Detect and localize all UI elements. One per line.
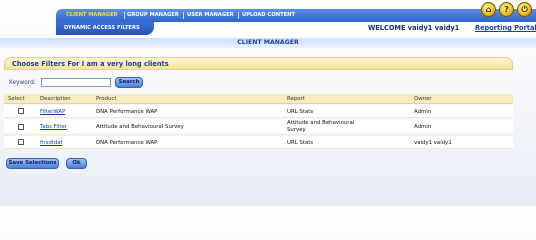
- help-icon[interactable]: ?: [499, 2, 514, 17]
- keyword-input[interactable]: [41, 78, 111, 87]
- row-owner: vaidy1 vaidy1: [414, 140, 452, 146]
- row-select-checkbox[interactable]: [18, 124, 24, 130]
- page-title: CLIENT MANAGER: [0, 38, 536, 48]
- nav-separator: [124, 12, 125, 19]
- header-select: Select: [8, 96, 25, 102]
- row-description-link[interactable]: Tabs Filter: [40, 124, 67, 130]
- table-row: Tabs Filter Attitude and Behavioural Sur…: [4, 119, 513, 135]
- nav-client-manager[interactable]: CLIENT MANAGER: [66, 9, 118, 22]
- header-report: Report: [287, 96, 305, 102]
- filter-heading: Choose Filters For I am a very long clie…: [12, 60, 169, 68]
- nav-separator: [238, 12, 239, 19]
- nav-group-manager[interactable]: GROUP MANAGER: [127, 9, 179, 22]
- row-report-line2: Survey: [287, 127, 306, 133]
- header-description: Description: [40, 96, 71, 102]
- table-row: firsdtdaf DNA Performance WAP URL Stats …: [4, 136, 513, 149]
- row-owner: Admin: [414, 109, 432, 115]
- reporting-portal-link[interactable]: Reporting Portal: [475, 24, 536, 32]
- row-report: URL Stats: [287, 109, 314, 115]
- row-product: Attitude and Behavioural Survey: [96, 124, 184, 130]
- search-button[interactable]: Search: [115, 77, 143, 88]
- filter-panel-header: Choose Filters For I am a very long clie…: [4, 57, 513, 70]
- header-icons: ⌂ ? ⏻: [481, 2, 532, 17]
- row-select-checkbox[interactable]: [18, 108, 24, 114]
- nav-dynamic-access-filters[interactable]: DYNAMIC ACCESS FILTERS: [64, 22, 140, 35]
- welcome-text: WELCOME vaidy1 vaidy1: [368, 24, 460, 32]
- logout-icon[interactable]: ⏻: [517, 2, 532, 17]
- row-report-line1: Attitude and Behavioural: [287, 120, 355, 126]
- row-product: DNA Performance WAP: [96, 140, 158, 146]
- header-product: Product: [96, 96, 117, 102]
- table-header: Select Description Product Report Owner: [4, 94, 513, 104]
- ok-button[interactable]: Ok: [66, 158, 87, 169]
- row-description-link[interactable]: FilterWAP: [40, 109, 65, 115]
- nav-user-manager[interactable]: USER MANAGER: [187, 9, 234, 22]
- nav-upload-content[interactable]: UPLOAD CONTENT: [242, 9, 295, 22]
- table-row: FilterWAP DNA Performance WAP URL Stats …: [4, 105, 513, 118]
- keyword-label: Keyword:: [9, 80, 36, 86]
- nav-separator: [183, 12, 184, 19]
- home-icon[interactable]: ⌂: [481, 2, 496, 17]
- row-product: DNA Performance WAP: [96, 109, 158, 115]
- row-description-link[interactable]: firsdtdaf: [40, 140, 63, 146]
- row-owner: Admin: [414, 124, 432, 130]
- row-report: URL Stats: [287, 140, 314, 146]
- header-owner: Owner: [414, 96, 432, 102]
- save-selections-button[interactable]: Save Selections: [6, 158, 59, 169]
- main-nav-bar: CLIENT MANAGER GROUP MANAGER USER MANAGE…: [56, 9, 536, 22]
- row-select-checkbox[interactable]: [18, 139, 24, 145]
